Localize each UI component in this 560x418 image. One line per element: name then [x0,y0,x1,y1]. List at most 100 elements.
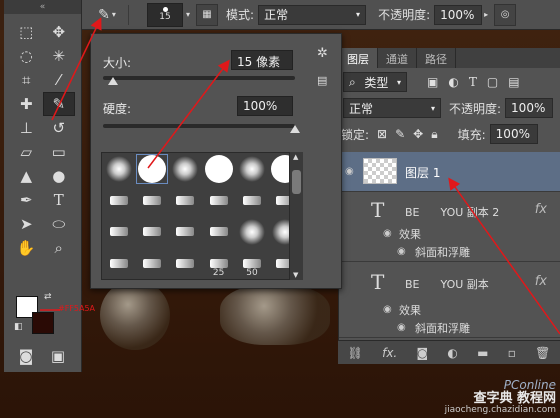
brush-preset-item[interactable] [169,248,202,280]
clone-stamp-tool-icon[interactable]: ⊥ [10,116,43,140]
size-slider[interactable] [103,76,295,80]
swap-colors-icon[interactable]: ⇄ [44,292,52,302]
brush-preset-item[interactable] [102,216,135,248]
crop-tool-icon[interactable]: ⌗ [10,68,43,92]
lasso-tool-icon[interactable]: ◌ [10,44,43,68]
brush-preset-item[interactable] [169,216,202,248]
visibility-eye-icon[interactable]: ◉ [383,228,397,239]
brush-preset-item[interactable] [169,153,202,185]
lock-all-icon[interactable]: 🔒︎ [431,127,437,142]
filter-smart-icon[interactable]: ▤ [508,75,519,89]
brush-preset-item[interactable]: 50 [235,248,268,280]
brush-preset-item[interactable] [235,185,268,217]
brush-preset-item[interactable] [135,185,168,217]
pen-tool-icon[interactable]: ✒ [10,188,43,212]
add-style-icon[interactable]: fx. [382,346,397,360]
brush-preset-item[interactable] [135,216,168,248]
visibility-eye-icon[interactable]: ◉ [397,322,411,333]
hand-tool-icon[interactable]: ✋ [10,236,43,260]
brush-preset-item[interactable] [135,153,168,185]
chevron-down-icon[interactable]: ▾ [186,10,190,19]
layer-row[interactable]: T BE YOU 副本 2 fx ◉ 效果 ◉ 斜面和浮雕 [339,194,560,262]
brush-preset-item[interactable] [202,153,235,185]
layer-name[interactable]: BE YOU 副本 2 [405,204,499,220]
delete-layer-icon[interactable]: 🗑︎ [535,346,550,360]
opacity-input[interactable]: 100% [434,4,483,25]
adjustment-layer-icon[interactable]: ◐ [447,346,457,360]
type-tool-icon[interactable]: T [43,188,76,212]
dodge-tool-icon[interactable]: ● [43,164,76,188]
layer-name[interactable]: 图层 1 [405,164,440,181]
size-slider-handle[interactable] [107,77,118,85]
chevron-right-icon[interactable]: ▸ [484,10,488,19]
magic-wand-tool-icon[interactable]: ✳ [43,44,76,68]
add-mask-icon[interactable]: ◙ [417,346,429,360]
screen-mode-icon[interactable]: ▣ [44,344,72,368]
toolbox-collapse[interactable]: « [4,0,81,14]
visibility-eye-icon[interactable]: ◉ [345,166,359,177]
healing-brush-tool-icon[interactable]: ✚ [10,92,43,116]
eraser-tool-icon[interactable]: ▱ [10,140,43,164]
brush-preset-item[interactable] [135,248,168,280]
tab-layers[interactable]: 图层 [339,48,378,68]
filter-pixel-icon[interactable]: ▣ [427,75,438,89]
path-selection-tool-icon[interactable]: ➤ [10,212,43,236]
hardness-slider-handle[interactable] [290,125,300,133]
brush-panel-toggle-button[interactable]: ▦ [196,3,219,26]
background-color-swatch[interactable] [32,312,54,334]
size-input[interactable]: 15 像素 [231,50,293,70]
preset-scrollbar[interactable]: ▲ ▼ [289,152,303,280]
history-brush-tool-icon[interactable]: ↺ [43,116,76,140]
tab-channels[interactable]: 通道 [378,48,417,68]
mode-select[interactable]: 正常 ▾ [258,4,367,25]
layer-row[interactable]: ◉ 图层 1 [339,152,560,192]
lock-image-icon[interactable]: ✎ [395,127,405,141]
brush-preset-item[interactable] [102,185,135,217]
filter-type-icon[interactable]: T [469,75,477,89]
brush-preset-picker[interactable]: 15 [147,2,183,27]
ellipse-tool-icon[interactable]: ⬭ [43,212,76,236]
fx-icon[interactable]: fx [535,202,547,217]
pressure-opacity-button[interactable]: ◎ [494,3,517,26]
zoom-tool-icon[interactable]: ⌕ [43,236,76,260]
chevron-down-icon[interactable]: ▼ [293,271,298,279]
new-group-icon[interactable]: ▬ [477,346,488,360]
lock-position-icon[interactable]: ✥ [413,127,423,141]
brush-preset-item[interactable] [235,216,268,248]
hardness-slider[interactable] [103,124,295,128]
layer-opacity-input[interactable]: 100% [505,98,554,118]
brush-preset-item[interactable] [202,216,235,248]
layer-filter-select[interactable]: ⌕ 类型 ▾ [343,72,407,92]
brush-preset-item[interactable]: 25 [202,248,235,280]
move-tool-icon[interactable]: ✥ [43,20,76,44]
hardness-input[interactable]: 100% [237,96,293,116]
link-layers-icon[interactable]: ⛓ [348,346,363,360]
quick-mask-icon[interactable]: ◙ [12,344,40,368]
brush-tool-icon[interactable]: ✎ [42,92,75,116]
layer-name[interactable]: BE YOU 副本 [405,276,489,292]
fx-icon[interactable]: fx [535,274,547,289]
gear-icon[interactable]: ✲ [317,46,328,61]
brush-preset-item[interactable] [169,185,202,217]
visibility-eye-icon[interactable]: ◉ [383,304,397,315]
new-preset-icon[interactable]: ▤ [317,74,327,87]
marquee-tool-icon[interactable]: ⬚ [10,20,43,44]
blend-mode-select[interactable]: 正常 ▾ [343,98,441,118]
tool-preset-picker[interactable]: ✎ ▾ [90,3,124,27]
fill-input[interactable]: 100% [489,124,538,144]
new-layer-icon[interactable]: ▫ [508,346,516,360]
default-colors-icon[interactable]: ◧ [14,322,23,332]
visibility-eye-icon[interactable]: ◉ [397,246,411,257]
layer-row[interactable]: T BE YOU 副本 fx ◉ 效果 ◉ 斜面和浮雕 [339,264,560,338]
filter-shape-icon[interactable]: ▢ [487,75,498,89]
gradient-tool-icon[interactable]: ▭ [43,140,76,164]
scrollbar-thumb[interactable] [292,170,301,194]
brush-preset-item[interactable] [202,185,235,217]
tab-paths[interactable]: 路径 [417,48,456,68]
brush-preset-item[interactable] [235,153,268,185]
eyedropper-tool-icon[interactable]: ⁄ [43,68,76,92]
lock-transparent-icon[interactable]: ⊠ [377,127,387,141]
brush-preset-item[interactable] [102,248,135,280]
blur-tool-icon[interactable]: ▲ [10,164,43,188]
filter-adjustment-icon[interactable]: ◐ [448,75,458,89]
